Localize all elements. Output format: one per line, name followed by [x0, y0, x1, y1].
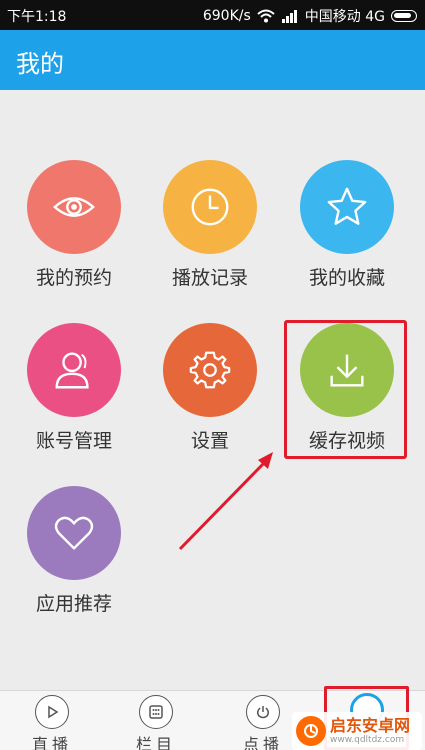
star-icon: [300, 160, 394, 254]
tab-label: 直播: [31, 735, 72, 750]
battery-icon: [391, 10, 417, 22]
watermark-url: www.qdltdz.com: [330, 734, 405, 745]
tab-label: 栏目: [135, 735, 176, 750]
tab-label: 点播: [242, 735, 283, 750]
tile-account-management[interactable]: 账号管理: [14, 323, 134, 453]
status-time: 下午1:18: [7, 9, 67, 25]
user-icon: [27, 323, 121, 417]
tile-label: 播放记录: [171, 267, 248, 289]
tile-label: 我的收藏: [308, 267, 385, 289]
clock-icon: [163, 160, 257, 254]
tile-label: 应用推荐: [35, 593, 112, 615]
tile-settings[interactable]: 设置: [150, 323, 270, 453]
play-icon: [35, 695, 69, 729]
wifi-icon: [257, 9, 275, 23]
tab-columns[interactable]: 栏目: [126, 695, 186, 750]
tab-live[interactable]: 直播: [22, 695, 82, 750]
tile-my-reservations[interactable]: 我的预约: [14, 160, 134, 290]
tile-my-favorites[interactable]: 我的收藏: [287, 160, 407, 290]
status-bar: 下午1:18 690K/s 中国移动 4G: [0, 0, 425, 30]
watermark-name: 启东安卓网: [330, 715, 411, 735]
tile-app-recommendations[interactable]: 应用推荐: [14, 486, 134, 616]
watermark: 启东安卓网 www.qdltdz.com: [292, 712, 422, 750]
tile-label: 设置: [190, 430, 229, 452]
network-speed: 690K/s: [202, 8, 251, 24]
signal-icon: [281, 10, 297, 23]
eye-icon: [27, 160, 121, 254]
heart-icon: [27, 486, 121, 580]
watermark-text: 启东安卓网 www.qdltdz.com: [330, 715, 411, 746]
gear-icon: [163, 323, 257, 417]
tile-label: 账号管理: [35, 430, 112, 452]
title-bar: 我的: [0, 30, 425, 90]
status-right: 690K/s 中国移动 4G: [203, 6, 417, 26]
tab-vod[interactable]: 点播: [233, 695, 293, 750]
carrier-label: 中国移动 4G: [304, 9, 385, 25]
page-title: 我的: [16, 50, 64, 78]
tile-play-history[interactable]: 播放记录: [150, 160, 270, 290]
grid-icon: [139, 695, 173, 729]
power-icon: [246, 695, 280, 729]
tile-label: 我的预约: [35, 267, 112, 289]
highlight-box: [284, 320, 407, 459]
watermark-logo-icon: [296, 716, 326, 746]
